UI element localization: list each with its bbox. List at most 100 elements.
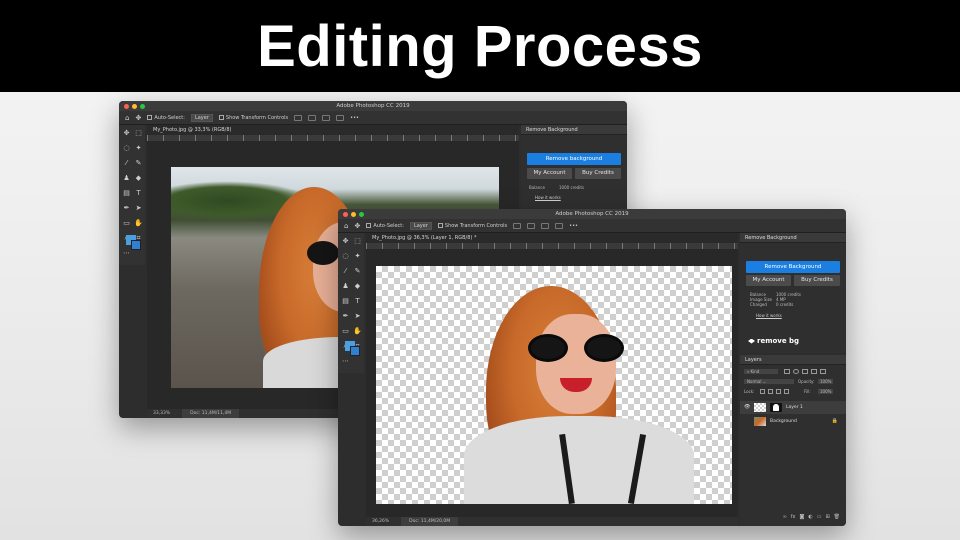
minimize-dot[interactable] xyxy=(132,103,137,109)
layer-thumbnail xyxy=(754,417,766,426)
distribute-icon[interactable] xyxy=(336,114,345,121)
gradient-icon[interactable]: ▤ xyxy=(122,189,131,197)
fill-input[interactable]: 100% xyxy=(818,389,834,394)
buy-credits-button[interactable]: Buy Credits xyxy=(794,275,840,286)
path-select-icon[interactable]: ➤ xyxy=(134,204,143,212)
lock-brush-icon[interactable] xyxy=(768,389,773,394)
stamp-icon[interactable]: ♟ xyxy=(122,174,131,182)
align-icon[interactable] xyxy=(294,114,303,121)
background-color-swatch[interactable] xyxy=(131,240,141,250)
layer-row-layer-1[interactable]: 👁 Layer 1 xyxy=(740,401,846,414)
window-controls[interactable] xyxy=(124,103,145,109)
move-icon[interactable]: ✥ xyxy=(122,129,131,137)
eraser-icon[interactable]: ◆ xyxy=(134,174,143,182)
align-icon[interactable] xyxy=(513,222,522,229)
lock-icons[interactable] xyxy=(760,389,789,394)
my-account-button[interactable]: My Account xyxy=(746,275,791,286)
close-dot[interactable] xyxy=(124,103,129,109)
home-icon[interactable]: ⌂ xyxy=(344,222,348,230)
stamp-icon[interactable]: ♟ xyxy=(341,282,350,290)
brush-icon[interactable]: ✎ xyxy=(134,159,143,167)
shape-filter-icon[interactable] xyxy=(811,369,817,374)
lock-pixels-icon[interactable] xyxy=(760,389,765,394)
auto-select-checkbox[interactable]: Auto-Select: xyxy=(366,222,404,229)
rectangle-icon[interactable]: ▭ xyxy=(122,219,131,227)
layer-select[interactable]: Layer xyxy=(409,221,432,230)
type-icon[interactable]: T xyxy=(134,189,143,197)
pen-icon[interactable]: ✒ xyxy=(341,312,350,320)
zoom-dot[interactable] xyxy=(359,211,364,217)
lock-all-icon[interactable] xyxy=(784,389,789,394)
new-group-icon[interactable]: ▭ xyxy=(817,514,822,522)
hand-icon[interactable]: ✋ xyxy=(353,327,362,335)
layers-header: Layers xyxy=(740,355,846,365)
background-color-swatch[interactable] xyxy=(350,346,360,356)
hand-icon[interactable]: ✋ xyxy=(134,219,143,227)
eyedropper-icon[interactable]: ⁄ xyxy=(341,267,350,275)
window-controls[interactable] xyxy=(343,211,364,217)
kind-filter[interactable]: ⌕ Kind xyxy=(744,369,778,374)
wand-icon[interactable]: ✦ xyxy=(134,144,143,152)
type-icon[interactable]: T xyxy=(353,297,362,305)
auto-select-checkbox[interactable]: Auto-Select: xyxy=(147,114,185,121)
layer-row-background[interactable]: Background 🔒 xyxy=(740,415,846,428)
wand-icon[interactable]: ✦ xyxy=(353,252,362,260)
type-filter-icon[interactable] xyxy=(802,369,808,374)
move-icon[interactable]: ✥ xyxy=(341,237,350,245)
brush-icon[interactable]: ✎ xyxy=(353,267,362,275)
new-layer-icon[interactable]: ⊞ xyxy=(825,514,829,522)
path-select-icon[interactable]: ➤ xyxy=(353,312,362,320)
eraser-icon[interactable]: ◆ xyxy=(353,282,362,290)
blend-mode-select[interactable]: Normal ⌄ xyxy=(744,379,794,384)
more-icon[interactable]: ••• xyxy=(350,115,359,121)
link-layers-icon[interactable]: ∞ xyxy=(783,514,787,522)
doc-size: Doc: 11,4M/20,0M xyxy=(401,517,459,526)
eyedropper-icon[interactable]: ⁄ xyxy=(122,159,131,167)
marquee-icon[interactable]: ⬚ xyxy=(134,129,143,137)
remove-background-button[interactable]: Remove Background xyxy=(746,261,840,273)
gradient-icon[interactable]: ▤ xyxy=(341,297,350,305)
how-it-works-link[interactable]: How it works xyxy=(535,195,561,200)
more-tools-icon[interactable]: ⋯ xyxy=(341,357,350,365)
document-tab[interactable]: My_Photo.jpg @ 36,3% (Layer 1, RGB/8) * xyxy=(366,233,738,243)
move-icon[interactable]: ✥ xyxy=(135,114,141,122)
fx-icon[interactable]: fx xyxy=(791,514,796,522)
close-dot[interactable] xyxy=(343,211,348,217)
more-icon[interactable]: ••• xyxy=(569,223,578,229)
filter-icons[interactable] xyxy=(784,369,826,374)
transform-checkbox[interactable]: Show Transform Controls xyxy=(437,222,507,229)
add-mask-icon[interactable]: ◙ xyxy=(799,514,804,522)
layer-mask-thumbnail[interactable] xyxy=(770,403,782,412)
my-account-button[interactable]: My Account xyxy=(527,168,572,179)
distribute-icon[interactable] xyxy=(555,222,564,229)
visibility-eye-icon[interactable]: 👁 xyxy=(744,401,750,414)
banner-title: Editing Process xyxy=(257,13,703,79)
pen-icon[interactable]: ✒ xyxy=(122,204,131,212)
document-tab[interactable]: My_Photo.jpg @ 33,3% (RGB/8) xyxy=(147,125,519,135)
marquee-icon[interactable]: ⬚ xyxy=(353,237,362,245)
distribute-icon[interactable] xyxy=(322,114,331,121)
smart-filter-icon[interactable] xyxy=(820,369,826,374)
trash-icon[interactable]: 🗑 xyxy=(834,514,840,522)
distribute-icon[interactable] xyxy=(541,222,550,229)
lasso-icon[interactable]: ◌ xyxy=(122,144,131,152)
how-it-works-link[interactable]: How it works xyxy=(756,313,782,318)
lock-move-icon[interactable] xyxy=(776,389,781,394)
minimize-dot[interactable] xyxy=(351,211,356,217)
transform-checkbox[interactable]: Show Transform Controls xyxy=(218,114,288,121)
buy-credits-button[interactable]: Buy Credits xyxy=(575,168,621,179)
rectangle-icon[interactable]: ▭ xyxy=(341,327,350,335)
pixel-filter-icon[interactable] xyxy=(784,369,790,374)
adjust-filter-icon[interactable] xyxy=(793,369,799,374)
home-icon[interactable]: ⌂ xyxy=(125,114,129,122)
move-icon[interactable]: ✥ xyxy=(354,222,360,230)
lasso-icon[interactable]: ◌ xyxy=(341,252,350,260)
align-icon[interactable] xyxy=(308,114,317,121)
remove-background-button[interactable]: Remove background xyxy=(527,153,621,165)
layer-select[interactable]: Layer xyxy=(190,113,213,122)
adjustment-layer-icon[interactable]: ◐ xyxy=(808,514,812,522)
more-tools-icon[interactable]: ⋯ xyxy=(122,249,131,257)
opacity-input[interactable]: 100% xyxy=(818,379,834,384)
zoom-dot[interactable] xyxy=(140,103,145,109)
align-icon[interactable] xyxy=(527,222,536,229)
